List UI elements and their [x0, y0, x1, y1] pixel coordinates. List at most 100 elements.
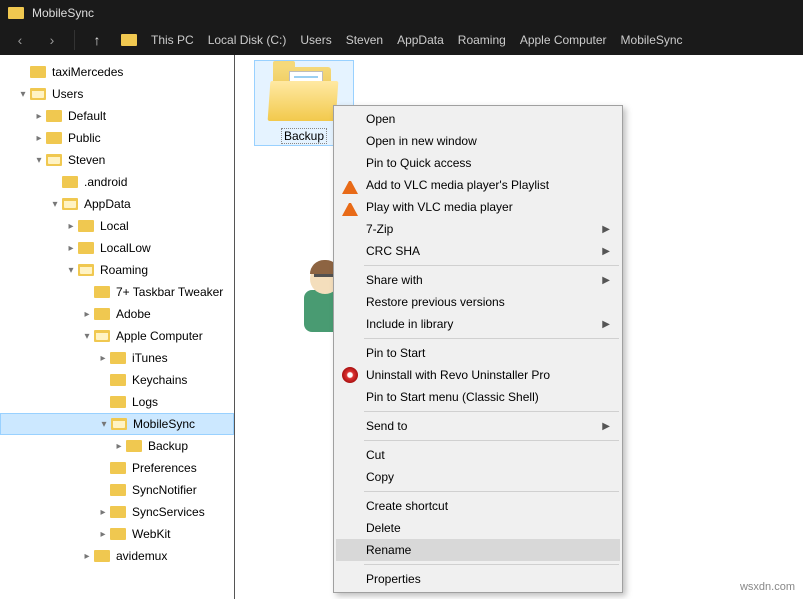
- breadcrumb-item[interactable]: This PC: [151, 33, 194, 47]
- menu-item-label: Copy: [366, 470, 394, 484]
- chevron-right-icon[interactable]: ▸: [112, 441, 126, 452]
- tree-item[interactable]: .android: [0, 171, 234, 193]
- menu-item[interactable]: Add to VLC media player's Playlist: [336, 174, 620, 196]
- chevron-down-icon[interactable]: ▾: [32, 155, 46, 166]
- tree-item-label: Apple Computer: [116, 329, 203, 343]
- folder-icon: [110, 462, 126, 474]
- menu-item[interactable]: Delete: [336, 517, 620, 539]
- chevron-right-icon[interactable]: ▸: [32, 111, 46, 122]
- menu-item[interactable]: Pin to Start: [336, 342, 620, 364]
- menu-item-label: Uninstall with Revo Uninstaller Pro: [366, 368, 550, 382]
- menu-item[interactable]: Pin to Quick access: [336, 152, 620, 174]
- tree-item[interactable]: ▾ Roaming: [0, 259, 234, 281]
- menu-item[interactable]: 7-Zip▶: [336, 218, 620, 240]
- chevron-down-icon[interactable]: ▾: [48, 199, 62, 210]
- menu-separator: [364, 265, 619, 266]
- tree-item[interactable]: ▸avidemux: [0, 545, 234, 567]
- chevron-down-icon[interactable]: ▾: [80, 331, 94, 342]
- forward-button[interactable]: ›: [38, 28, 66, 52]
- context-menu[interactable]: Open Open in new window Pin to Quick acces…: [333, 105, 623, 593]
- menu-item-label: Create shortcut: [366, 499, 448, 513]
- menu-item-label: Restore previous versions: [366, 295, 505, 309]
- chevron-right-icon[interactable]: ▸: [64, 221, 78, 232]
- breadcrumb-item[interactable]: Roaming: [458, 33, 506, 47]
- tree-item[interactable]: ▸Adobe: [0, 303, 234, 325]
- tree-item[interactable]: ▸Backup: [0, 435, 234, 457]
- chevron-right-icon[interactable]: ▸: [64, 243, 78, 254]
- menu-item[interactable]: Uninstall with Revo Uninstaller Pro: [336, 364, 620, 386]
- folder-icon: [110, 484, 126, 496]
- menu-item[interactable]: Restore previous versions: [336, 291, 620, 313]
- chevron-right-icon[interactable]: ▸: [96, 529, 110, 540]
- chevron-right-icon[interactable]: ▸: [80, 551, 94, 562]
- tree-item[interactable]: ▸Local: [0, 215, 234, 237]
- tree-item-label: AppData: [84, 197, 131, 211]
- chevron-right-icon[interactable]: ▸: [32, 133, 46, 144]
- tree-item[interactable]: ▾ AppData: [0, 193, 234, 215]
- tree-item[interactable]: 7+ Taskbar Tweaker: [0, 281, 234, 303]
- menu-item[interactable]: Rename: [336, 539, 620, 561]
- watermark-text: wsxdn.com: [740, 581, 795, 593]
- tree-item-label: Roaming: [100, 263, 148, 277]
- chevron-right-icon: ▶: [602, 421, 610, 432]
- menu-item[interactable]: Share with▶: [336, 269, 620, 291]
- chevron-down-icon[interactable]: ▾: [97, 419, 111, 430]
- tree-item[interactable]: Preferences: [0, 457, 234, 479]
- tree-item[interactable]: taxiMercedes: [0, 61, 234, 83]
- tree-item[interactable]: SyncNotifier: [0, 479, 234, 501]
- chevron-down-icon[interactable]: ▾: [64, 265, 78, 276]
- breadcrumb-item[interactable]: Local Disk (C:): [208, 33, 287, 47]
- menu-item[interactable]: Create shortcut: [336, 495, 620, 517]
- revo-icon: [342, 367, 358, 383]
- tree-item[interactable]: ▾Users: [0, 83, 234, 105]
- chevron-right-icon: ▶: [602, 224, 610, 235]
- folder-icon: [8, 7, 24, 19]
- menu-item[interactable]: CRC SHA▶: [336, 240, 620, 262]
- tree-item[interactable]: ▸iTunes: [0, 347, 234, 369]
- tree-item[interactable]: ▸WebKit: [0, 523, 234, 545]
- menu-item[interactable]: Cut: [336, 444, 620, 466]
- menu-item-label: CRC SHA: [366, 244, 420, 258]
- tree-item[interactable]: ▾Steven: [0, 149, 234, 171]
- tree-item[interactable]: ▾MobileSync: [0, 413, 234, 435]
- title-bar: MobileSync: [0, 0, 803, 25]
- tree-item[interactable]: ▸LocalLow: [0, 237, 234, 259]
- menu-item[interactable]: Open: [336, 108, 620, 130]
- menu-item-label: Pin to Start: [366, 346, 425, 360]
- breadcrumb-item[interactable]: Apple Computer: [520, 33, 607, 47]
- back-button[interactable]: ‹: [6, 28, 34, 52]
- folder-icon: [94, 550, 110, 562]
- chevron-down-icon[interactable]: ▾: [16, 89, 30, 100]
- menu-item-label: Include in library: [366, 317, 453, 331]
- tree-item-label: Logs: [132, 395, 158, 409]
- breadcrumb-item[interactable]: MobileSync: [621, 33, 683, 47]
- menu-item[interactable]: Play with VLC media player: [336, 196, 620, 218]
- tree-item[interactable]: ▾ Apple Computer: [0, 325, 234, 347]
- folder-icon: [111, 418, 127, 430]
- folder-icon: [30, 66, 46, 78]
- folder-icon: [78, 264, 94, 276]
- chevron-right-icon[interactable]: ▸: [96, 507, 110, 518]
- menu-item[interactable]: Pin to Start menu (Classic Shell): [336, 386, 620, 408]
- folder-icon: [46, 132, 62, 144]
- menu-item[interactable]: Include in library▶: [336, 313, 620, 335]
- breadcrumb-item[interactable]: Steven: [346, 33, 383, 47]
- menu-item[interactable]: Properties: [336, 568, 620, 590]
- folder-tree[interactable]: taxiMercedes▾Users▸Default▸Public▾Steven…: [0, 55, 235, 599]
- menu-item[interactable]: Copy: [336, 466, 620, 488]
- menu-separator: [364, 411, 619, 412]
- tree-item[interactable]: Logs: [0, 391, 234, 413]
- breadcrumb-item[interactable]: Users: [300, 33, 331, 47]
- chevron-right-icon[interactable]: ▸: [80, 309, 94, 320]
- breadcrumb-item[interactable]: AppData: [397, 33, 444, 47]
- tree-item[interactable]: Keychains: [0, 369, 234, 391]
- tree-item[interactable]: ▸Public: [0, 127, 234, 149]
- menu-item[interactable]: Send to▶: [336, 415, 620, 437]
- folder-icon: [30, 88, 46, 100]
- up-button[interactable]: ↑: [83, 28, 111, 52]
- tree-item[interactable]: ▸SyncServices: [0, 501, 234, 523]
- tree-item[interactable]: ▸Default: [0, 105, 234, 127]
- chevron-right-icon[interactable]: ▸: [96, 353, 110, 364]
- menu-item[interactable]: Open in new window: [336, 130, 620, 152]
- menu-item-label: Open in new window: [366, 134, 477, 148]
